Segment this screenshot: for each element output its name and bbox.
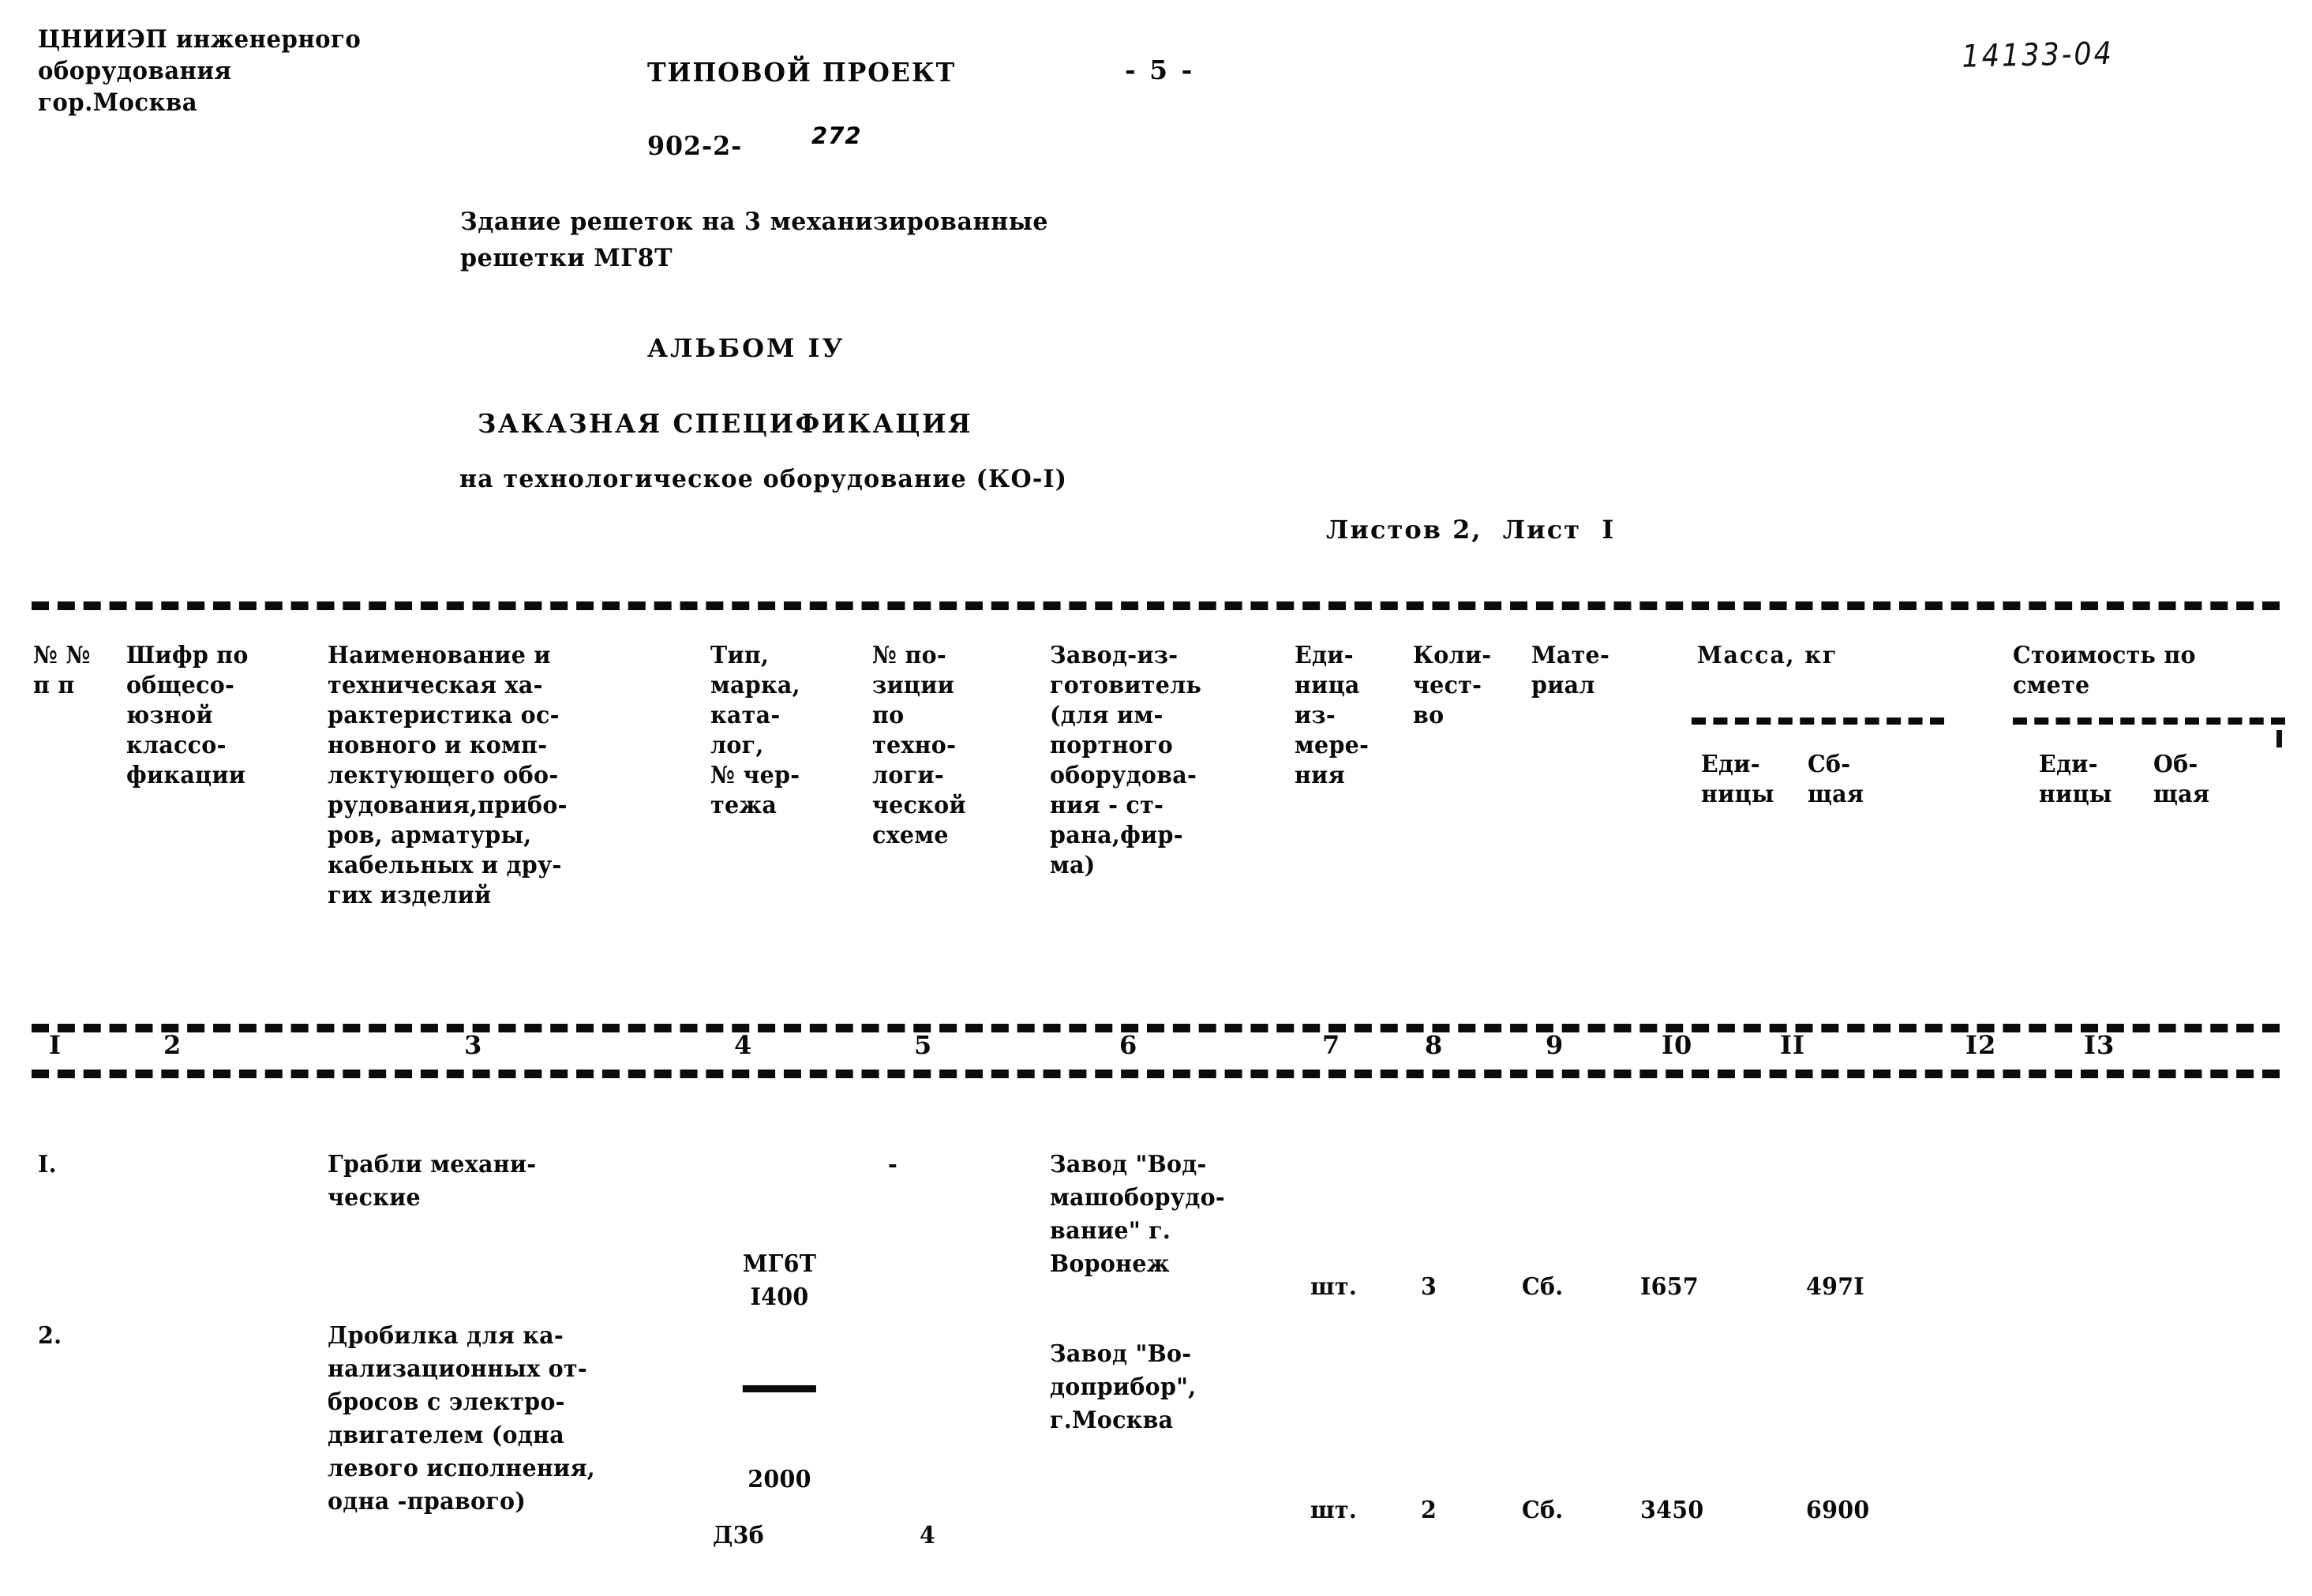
column-header-unit-of-measure: Еди- ница из- мере- ния [1295,642,1370,789]
handwritten-archive-code: 14133-04 [1962,36,2115,75]
column-number-9: 9 [1546,1030,1564,1060]
column-number-13: I3 [2084,1030,2115,1060]
row-1-type-fraction-bar [742,1385,817,1392]
row-1-position-number: - [888,1151,898,1178]
column-header-position-number: № по- зиции по техно- логи- ческой схеме [872,642,966,849]
header-bottom-divider [32,1024,2280,1032]
building-title: Здание решеток на 3 механизированные реш… [460,208,1049,272]
column-header-quantity: Коли- чест- во [1413,642,1492,729]
sheet-count: Листов 2, Лист I [1326,515,1616,545]
column-number-2: 2 [163,1030,182,1060]
column-header-cost-unit: Еди- ницы [2039,751,2112,808]
row-1-manufacturer: Завод "Вод- машоборудо- вание" г. Вороне… [1050,1151,1226,1278]
column-number-3: 3 [464,1030,483,1060]
column-numbers-bottom-divider [32,1070,2280,1078]
specification-subtitle: на технологическое оборудование (КО-I) [459,465,1068,493]
mass-group-divider [1692,717,1944,725]
row-2-position-number: 4 [920,1522,936,1549]
row-1-equipment-name: Грабли механи- ческие [328,1151,537,1212]
cost-group-divider [2013,717,2285,725]
column-header-mass-unit: Еди- ницы [1701,751,1774,808]
column-number-5: 5 [914,1030,933,1060]
row-2-equipment-name: Дробилка для ка- нализационных от- бросо… [328,1322,596,1515]
table-row: I. [38,1151,57,1178]
table-top-divider [32,601,2280,610]
column-header-cost-total: Об- щая [2153,751,2210,808]
row-1-type-denominator: 2000 [748,1466,811,1493]
row-2-quantity: 2 [1421,1497,1437,1524]
row-1-mass-unit: I657 [1640,1273,1699,1301]
row-2-material: Сб. [1522,1497,1564,1524]
column-header-material: Мате- риал [1531,642,1610,699]
column-number-12: I2 [1965,1030,1997,1060]
column-header-manufacturer: Завод-из- готовитель (для им- портного о… [1050,642,1202,879]
page-number: - 5 - [1125,54,1195,85]
project-code: 902-2- [647,130,743,161]
column-number-4: 4 [734,1030,753,1060]
column-number-10: I0 [1662,1030,1693,1060]
table-row: 2. [38,1322,62,1350]
project-code-handwritten-suffix: 272 [811,122,862,149]
row-2-type-mark: Д3б [713,1522,765,1549]
row-2-mass-unit: 3450 [1640,1497,1704,1524]
row-1-unit: шт. [1310,1273,1358,1301]
row-2-mass-total: 6900 [1806,1497,1870,1524]
row-1-mass-total: 497I [1806,1273,1864,1301]
column-header-classification-code: Шифр по общесо- юзной классо- фикации [126,642,249,789]
column-header-cost-group: Стоимость по смете [2013,642,2196,699]
column-number-1: I [49,1030,62,1060]
row-1-quantity: 3 [1421,1273,1437,1301]
row-1-type-numerator: МГ6Т I400 [742,1250,817,1311]
column-header-mass-group: Масса, кг [1697,642,1838,669]
organization-block: ЦНИИЭП инженерного оборудования гор.Моск… [38,25,362,117]
project-type-label: ТИПОВОЙ ПРОЕКТ [647,57,957,88]
column-number-11: II [1780,1030,1805,1060]
row-2-manufacturer: Завод "Во- доприбор", г.Москва [1050,1340,1197,1434]
column-header-mass-total: Сб- щая [1808,751,1864,808]
album-label: АЛЬБОМ IУ [647,333,845,363]
column-number-6: 6 [1119,1030,1138,1060]
column-header-type-mark-catalog: Тип, марка, ката- лог, № чер- тежа [710,642,800,819]
scanned-document-page: ЦНИИЭП инженерного оборудования гор.Моск… [0,0,2312,1576]
column-number-8: 8 [1425,1030,1444,1060]
specification-title: ЗАКАЗНАЯ СПЕЦИФИКАЦИЯ [478,408,972,439]
row-1-material: Сб. [1522,1273,1564,1301]
column-number-7: 7 [1322,1030,1341,1060]
column-header-name-and-spec: Наименование и техническая ха- рактерист… [328,642,568,909]
row-2-unit: шт. [1310,1497,1358,1524]
scan-artifact-speck [2276,730,2282,747]
column-header-index: № № п п [33,642,91,699]
